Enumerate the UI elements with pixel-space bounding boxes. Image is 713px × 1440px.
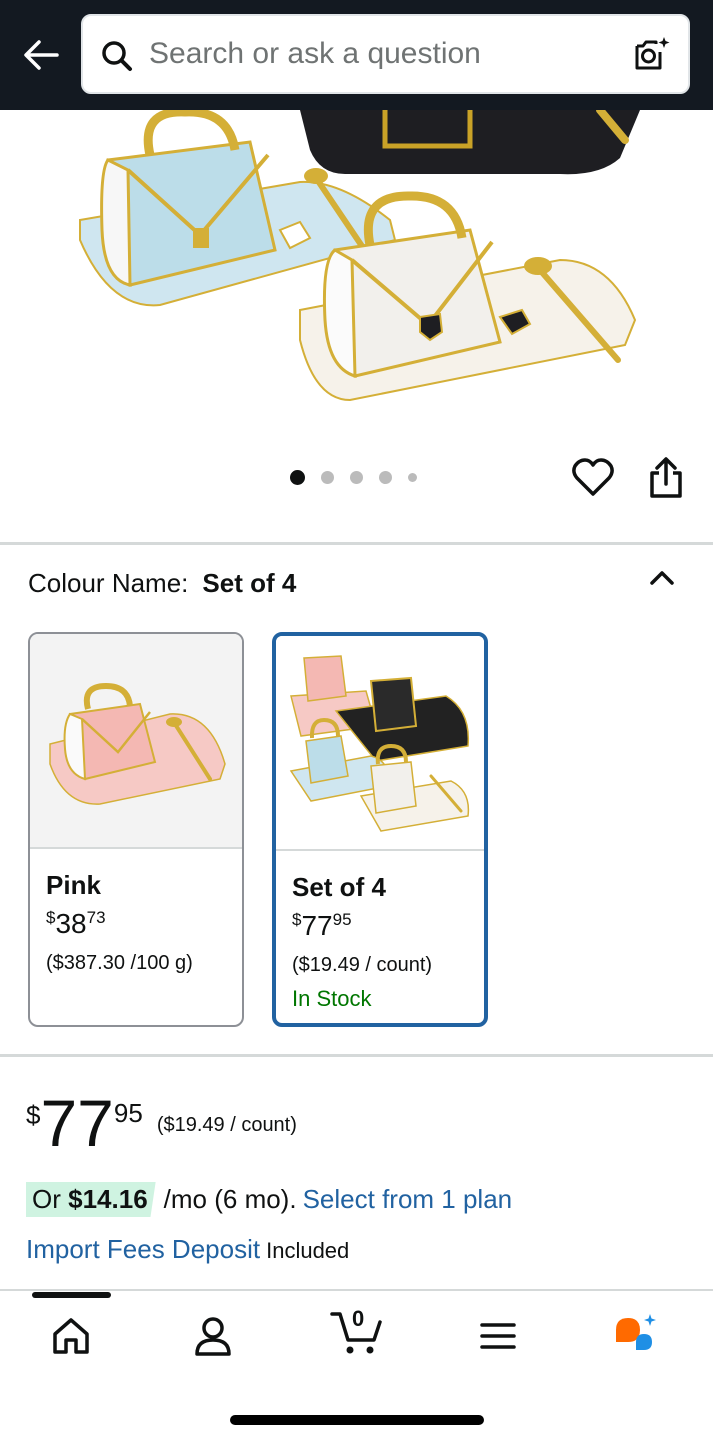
section-divider (0, 1054, 713, 1057)
stock-status: In Stock (292, 986, 372, 1011)
variation-image (276, 636, 484, 851)
variation-image (30, 634, 242, 849)
variation-unit-price: ($387.30 /100 g) (46, 952, 193, 974)
unit-price: ($19.49 / count) (156, 1114, 297, 1136)
carousel-dot (321, 471, 334, 484)
variation-option-pink[interactable]: Pink $3873 ($387.30 /100 g) (28, 632, 244, 1027)
variation-price: $7795 (292, 910, 352, 942)
installment-amount: $14.16 (68, 1184, 148, 1214)
back-arrow-icon (24, 40, 59, 70)
menu-icon[interactable] (474, 1312, 522, 1360)
home-icon[interactable] (47, 1312, 95, 1360)
select-plan-link[interactable]: Select from 1 plan (303, 1184, 513, 1215)
variation-label: Colour Name: (28, 568, 189, 598)
search-icon (102, 41, 132, 71)
product-illustration (79, 110, 640, 402)
price-currency: $ (26, 1100, 41, 1130)
import-fees: Import Fees Deposit Included (26, 1234, 349, 1265)
variation-option-set-of-4[interactable]: Set of 4 $7795 ($19.49 / count) In Stock (272, 632, 488, 1027)
import-fees-status: Included (266, 1238, 350, 1263)
active-tab-indicator (32, 1292, 111, 1298)
chevron-up-icon[interactable] (646, 562, 678, 594)
installment-highlight: Or $14.16 (26, 1182, 156, 1217)
home-indicator (230, 1415, 484, 1425)
wishlist-heart-icon[interactable] (571, 456, 615, 500)
variation-header: Colour Name: Set of 4 (28, 568, 296, 599)
installment-offer: Or $14.16 /mo (6 mo). Select from 1 plan (26, 1182, 512, 1217)
carousel-dot (350, 471, 363, 484)
image-carousel-dots (290, 470, 417, 485)
price-fraction: 95 (113, 1098, 143, 1128)
price-whole: 77 (40, 1086, 114, 1160)
price-whole: 77 (301, 910, 333, 941)
search-input[interactable] (149, 32, 619, 76)
variation-selected-value: Set of 4 (202, 568, 297, 598)
camera-search-icon[interactable] (632, 34, 672, 74)
carousel-dot-active (290, 470, 305, 485)
product-image[interactable] (0, 110, 713, 450)
import-fees-link[interactable]: Import Fees Deposit (26, 1234, 260, 1264)
price-whole: 38 (55, 908, 87, 939)
cart-button[interactable]: 0 (330, 1306, 386, 1358)
rufus-assistant-icon[interactable] (612, 1312, 660, 1360)
back-button[interactable] (18, 32, 64, 78)
carousel-dot (379, 471, 392, 484)
carousel-dot (408, 473, 417, 482)
variation-name: Set of 4 (292, 872, 386, 902)
section-divider (0, 542, 713, 545)
variation-unit-price: ($19.49 / count) (292, 954, 433, 976)
variation-price: $3873 (46, 908, 106, 940)
price-fraction: 73 (86, 908, 106, 927)
search-bar[interactable] (81, 14, 690, 94)
cart-count: 0 (352, 1306, 365, 1331)
top-header (0, 0, 713, 110)
share-icon[interactable] (644, 456, 688, 500)
product-price: $ 77 95 ($19.49 / count) (26, 1090, 297, 1156)
installment-prefix: Or (32, 1184, 61, 1214)
variation-name: Pink (46, 870, 101, 900)
price-fraction: 95 (332, 910, 352, 929)
account-icon[interactable] (189, 1312, 237, 1360)
installment-terms: /mo (6 mo). (163, 1184, 297, 1214)
